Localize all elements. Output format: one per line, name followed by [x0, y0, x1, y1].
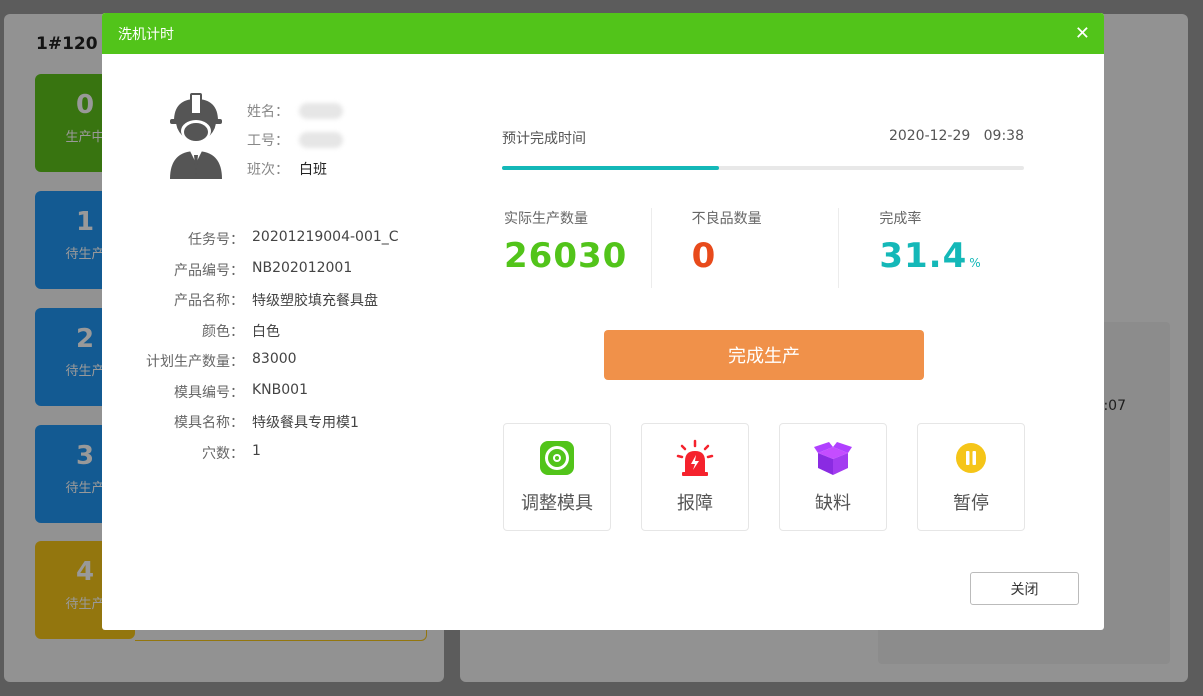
action-buttons: 调整模具 报障 缺料 暂停	[503, 423, 1025, 531]
report-fault-button[interactable]: 报障	[641, 423, 749, 531]
worker-id-value	[299, 132, 343, 148]
wash-timer-dialog: 洗机计时 ✕ 姓名： 工号： 班次： 白班 任务号： 20201219004-001…	[102, 13, 1104, 630]
estimated-completion: 预计完成时间 2020-12-29 09:38	[502, 128, 1024, 170]
production-stats: 实际生产数量 26030 不良品数量 0 完成率 31.4%	[502, 208, 1026, 288]
adjust-mold-button[interactable]: 调整模具	[503, 423, 611, 531]
worker-name-value	[299, 103, 343, 119]
dialog-title: 洗机计时	[118, 26, 174, 43]
product-code-label: 产品编号：	[174, 262, 244, 279]
progress-fill	[502, 166, 719, 170]
completion-rate-unit: %	[969, 256, 982, 270]
material-shortage-label: 缺料	[815, 493, 851, 514]
defect-count-label: 不良品数量	[691, 211, 762, 227]
close-icon[interactable]: ✕	[1075, 24, 1090, 43]
defect-count-stat: 不良品数量 0	[650, 208, 839, 288]
worker-info: 姓名： 工号： 班次： 白班	[247, 101, 343, 188]
mold-code-value: KNB001	[252, 381, 308, 398]
actual-output-value: 26030	[504, 236, 628, 276]
product-name-label: 产品名称：	[174, 293, 244, 309]
box-icon	[814, 439, 852, 477]
task-info-row: 任务号： 20201219004-001_C	[132, 229, 399, 260]
completion-rate-value: 31.4%	[879, 236, 1026, 276]
color-value: 白色	[252, 323, 280, 340]
task-number-label: 任务号：	[188, 232, 244, 248]
material-shortage-button[interactable]: 缺料	[779, 423, 887, 531]
completion-rate-label: 完成率	[879, 211, 922, 227]
pause-label: 暂停	[953, 493, 989, 514]
product-name-value: 特级塑胶填充餐具盘	[252, 293, 378, 309]
alarm-icon	[676, 439, 714, 477]
estimated-completion-time: 2020-12-29 09:38	[888, 128, 1024, 144]
defect-count-value: 0	[691, 236, 717, 276]
pause-button[interactable]: 暂停	[917, 423, 1025, 531]
task-info-row: 产品编号： NB202012001	[132, 260, 399, 291]
planned-qty-value: 83000	[252, 351, 297, 367]
task-info-row: 模具名称： 特级餐具专用模1	[132, 412, 399, 443]
product-code-value: NB202012001	[252, 259, 353, 276]
task-info-row: 产品名称： 特级塑胶填充餐具盘	[132, 290, 399, 321]
completion-rate-stat: 完成率 31.4%	[838, 208, 1026, 288]
color-label: 颜色：	[202, 323, 244, 340]
task-info-row: 模具编号： KNB001	[132, 382, 399, 413]
actual-output-stat: 实际生产数量 26030	[502, 208, 651, 288]
estimated-completion-label: 预计完成时间	[502, 131, 586, 147]
pause-icon	[952, 439, 990, 477]
worker-id-label: 工号：	[247, 133, 289, 149]
planned-qty-label: 计划生产数量：	[146, 354, 244, 370]
cavity-count-value: 1	[252, 442, 261, 459]
mold-code-label: 模具编号：	[174, 384, 244, 401]
worker-shift-value: 白班	[299, 162, 327, 178]
worker-avatar-icon	[164, 91, 228, 179]
mold-icon	[538, 439, 576, 477]
adjust-mold-label: 调整模具	[521, 493, 593, 514]
actual-output-label: 实际生产数量	[504, 211, 588, 227]
mold-name-label: 模具名称：	[174, 415, 244, 431]
completion-rate-number: 31.4	[879, 236, 968, 276]
task-number-value: 20201219004-001_C	[252, 229, 399, 245]
task-info-row: 颜色： 白色	[132, 321, 399, 352]
task-info: 任务号： 20201219004-001_C 产品编号： NB202012001 产…	[132, 229, 399, 473]
close-button[interactable]: 关闭	[970, 572, 1079, 605]
report-fault-label: 报障	[677, 493, 713, 514]
complete-production-button[interactable]: 完成生产	[604, 330, 924, 380]
task-info-row: 穴数： 1	[132, 443, 399, 474]
worker-shift-label: 班次：	[247, 162, 289, 178]
task-info-row: 计划生产数量： 83000	[132, 351, 399, 382]
cavity-count-label: 穴数：	[202, 445, 244, 462]
mold-name-value: 特级餐具专用模1	[252, 415, 359, 431]
progress-track	[502, 166, 1024, 170]
dialog-header: 洗机计时 ✕	[102, 13, 1104, 54]
worker-name-label: 姓名：	[247, 104, 289, 120]
